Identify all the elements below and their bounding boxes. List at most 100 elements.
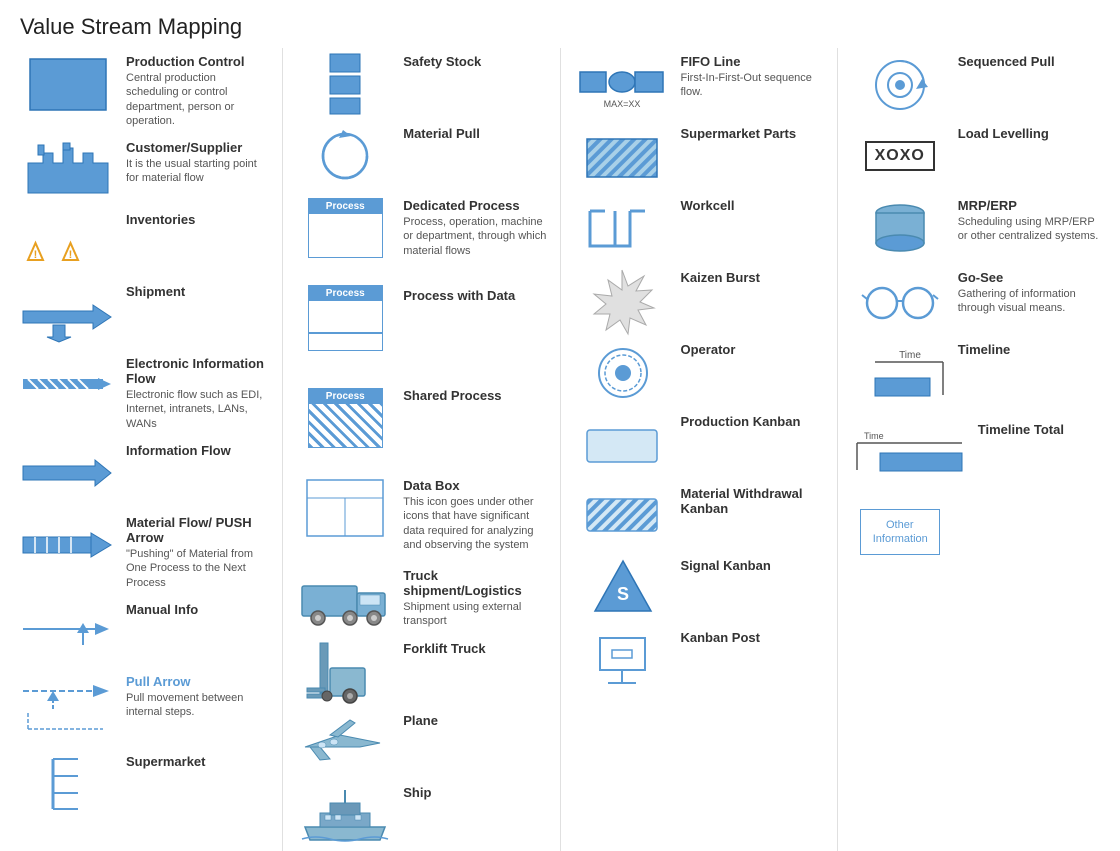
label-information-flow: Information Flow — [126, 443, 231, 458]
label-material-withdrawal-kanban: Material Withdrawal Kanban — [681, 486, 825, 516]
shared-process-header: Process — [309, 389, 382, 404]
svg-text:!: ! — [34, 249, 38, 261]
icon-electronic-info-flow — [18, 356, 118, 416]
item-ship: Ship — [287, 779, 555, 851]
item-production-kanban: Production Kanban — [565, 408, 833, 480]
label-signal-kanban: Signal Kanban — [681, 558, 771, 573]
item-timeline-total: Time Timeline Total — [842, 416, 1110, 496]
icon-kanban-post — [573, 630, 673, 690]
label-process-with-data: Process with Data — [403, 288, 515, 303]
item-process-with-data: Process Process with Data — [287, 282, 555, 382]
item-pull-arrow: Pull Arrow Pull movement between interna… — [10, 668, 278, 748]
item-sequenced-pull: Sequenced Pull — [842, 48, 1110, 120]
desc-pull-arrow: Pull movement between internal steps. — [126, 691, 270, 720]
item-supermarket-parts: Supermarket Parts — [565, 120, 833, 192]
icon-workcell — [573, 198, 673, 258]
label-workcell: Workcell — [681, 198, 735, 213]
item-plane: Plane — [287, 707, 555, 779]
item-other-information: Other Information — [842, 496, 1110, 568]
label-kanban-post: Kanban Post — [681, 630, 760, 645]
item-shipment: Shipment — [10, 278, 278, 350]
item-customer-supplier: Customer/Supplier It is the usual starti… — [10, 134, 278, 206]
label-timeline-total: Timeline Total — [978, 422, 1064, 437]
svg-text:Time: Time — [864, 431, 884, 441]
label-timeline: Timeline — [958, 342, 1011, 357]
label-ship: Ship — [403, 785, 431, 800]
label-operator: Operator — [681, 342, 736, 357]
icon-dedicated-process: Process — [295, 198, 395, 258]
desc-fifo-line: First-In-First-Out sequence flow. — [681, 71, 825, 100]
icon-safety-stock — [295, 54, 395, 114]
column-1: Production Control Central production sc… — [10, 48, 278, 851]
desc-mrp-erp: Scheduling using MRP/ERP or other centra… — [958, 215, 1102, 244]
item-material-pull: Material Pull — [287, 120, 555, 192]
item-material-withdrawal-kanban: Material Withdrawal Kanban — [565, 480, 833, 552]
icon-forklift — [295, 641, 395, 701]
icon-supermarket-parts — [573, 126, 673, 186]
item-mrp-erp: MRP/ERP Scheduling using MRP/ERP or othe… — [842, 192, 1110, 264]
icon-inventories: ! ! — [18, 212, 118, 272]
label-manual-info: Manual Info — [126, 602, 198, 617]
desc-dedicated-process: Process, operation, machine or departmen… — [403, 215, 547, 258]
label-electronic-info-flow: Electronic Information Flow — [126, 356, 270, 386]
item-information-flow: Information Flow — [10, 437, 278, 509]
label-material-flow-push: Material Flow/ PUSH Arrow — [126, 515, 270, 545]
desc-data-box: This icon goes under other icons that ha… — [403, 495, 547, 552]
dedicated-process-header: Process — [309, 199, 382, 214]
label-material-pull: Material Pull — [403, 126, 480, 141]
label-dedicated-process: Dedicated Process — [403, 198, 547, 213]
icon-plane — [295, 713, 395, 773]
other-info-box: Other Information — [860, 509, 940, 556]
page-title: Value Stream Mapping — [0, 0, 1120, 48]
label-truck-shipment: Truck shipment/Logistics — [403, 568, 547, 598]
label-sequenced-pull: Sequenced Pull — [958, 54, 1055, 69]
svg-text:Time: Time — [899, 350, 921, 361]
icon-material-withdrawal-kanban — [573, 486, 673, 546]
label-kaizen-burst: Kaizen Burst — [681, 270, 760, 285]
item-signal-kanban: S Signal Kanban — [565, 552, 833, 624]
item-electronic-info-flow: Electronic Information Flow Electronic f… — [10, 350, 278, 437]
item-safety-stock: Safety Stock — [287, 48, 555, 120]
icon-shared-process: Process — [295, 388, 395, 448]
item-data-box: Data Box This icon goes under other icon… — [287, 472, 555, 562]
icon-sequenced-pull — [850, 54, 950, 114]
item-manual-info: Manual Info — [10, 596, 278, 668]
item-truck-shipment: Truck shipment/Logistics Shipment using … — [287, 562, 555, 635]
label-fifo-line: FIFO Line — [681, 54, 825, 69]
desc-electronic-info-flow: Electronic flow such as EDI, Internet, i… — [126, 388, 270, 431]
item-go-see: Go-See Gathering of information through … — [842, 264, 1110, 336]
icon-material-pull — [295, 126, 395, 186]
label-mrp-erp: MRP/ERP — [958, 198, 1102, 213]
label-production-kanban: Production Kanban — [681, 414, 801, 429]
icon-go-see — [850, 270, 950, 330]
icon-material-flow-push — [18, 515, 118, 575]
xoxo-label: XOXO — [865, 141, 935, 171]
icon-timeline-total: Time — [850, 422, 970, 482]
icon-information-flow — [18, 443, 118, 503]
desc-material-flow-push: "Pushing" of Material from One Process t… — [126, 547, 270, 590]
label-data-box: Data Box — [403, 478, 547, 493]
column-4: Sequenced Pull XOXO Load Levelling — [842, 48, 1110, 851]
item-operator: Operator — [565, 336, 833, 408]
item-shared-process: Process Shared Process — [287, 382, 555, 472]
icon-production-kanban — [573, 414, 673, 474]
item-forklift: Forklift Truck — [287, 635, 555, 707]
item-inventories: ! ! Inventories — [10, 206, 278, 278]
svg-text:S: S — [616, 584, 628, 604]
icon-process-with-data: Process — [295, 288, 395, 348]
label-forklift: Forklift Truck — [403, 641, 485, 656]
label-pull-arrow: Pull Arrow — [126, 674, 270, 689]
icon-production-control — [18, 54, 118, 114]
label-supermarket-parts: Supermarket Parts — [681, 126, 797, 141]
column-3: MAX=XX FIFO Line First-In-First-Out sequ… — [565, 48, 833, 851]
icon-fifo-line: MAX=XX — [573, 54, 673, 114]
label-shared-process: Shared Process — [403, 388, 501, 403]
label-customer-supplier: Customer/Supplier — [126, 140, 270, 155]
icon-ship — [295, 785, 395, 845]
icon-manual-info — [18, 602, 118, 662]
icon-timeline: Time — [850, 342, 950, 402]
item-supermarket: Supermarket — [10, 748, 278, 820]
desc-production-control: Central production scheduling or control… — [126, 71, 270, 128]
svg-text:!: ! — [69, 249, 73, 261]
item-workcell: Workcell — [565, 192, 833, 264]
